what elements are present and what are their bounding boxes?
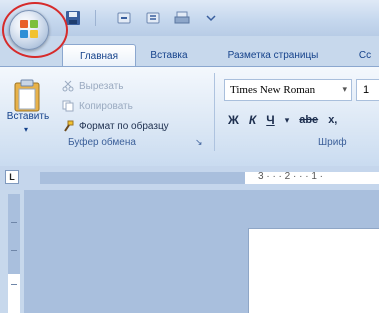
qat-customize-button[interactable] bbox=[200, 8, 222, 28]
vertical-ruler-tick bbox=[11, 284, 17, 285]
underline-button[interactable]: Ч bbox=[266, 113, 274, 127]
redo-button[interactable] bbox=[142, 8, 164, 28]
clipboard-group-label: Буфер обмена bbox=[68, 137, 136, 148]
scissors-icon bbox=[62, 80, 74, 92]
word-window: Главная Вставка Разметка страницы Сс Вст… bbox=[0, 0, 379, 313]
group-separator bbox=[214, 73, 215, 151]
format-painter-button[interactable]: Формат по образцу bbox=[62, 117, 169, 135]
undo-button[interactable] bbox=[113, 8, 135, 28]
bold-button[interactable]: Ж bbox=[228, 113, 239, 127]
font-format-row: Ж К Ч ▾ abe x, bbox=[228, 113, 337, 127]
tab-references[interactable]: Сс bbox=[350, 44, 379, 66]
cut-label: Вырезать bbox=[79, 80, 124, 92]
font-size-select[interactable]: 1 bbox=[356, 79, 379, 101]
italic-button[interactable]: К bbox=[249, 113, 256, 127]
format-painter-icon bbox=[64, 120, 74, 132]
document-page[interactable] bbox=[248, 228, 379, 313]
clipboard-dialog-launcher-icon[interactable]: ↘ bbox=[195, 137, 203, 148]
floppy-disk-icon bbox=[66, 11, 80, 25]
vertical-ruler-text-area bbox=[8, 274, 20, 313]
clipboard-icon bbox=[14, 79, 40, 112]
tab-insert[interactable]: Вставка bbox=[140, 44, 198, 66]
underline-dropdown-icon[interactable]: ▾ bbox=[285, 115, 290, 126]
vertical-ruler-tick bbox=[11, 250, 17, 251]
print-button[interactable] bbox=[171, 8, 193, 28]
cut-button[interactable]: Вырезать bbox=[62, 77, 123, 95]
copy-label: Копировать bbox=[79, 100, 133, 112]
vertical-ruler-margin bbox=[8, 194, 20, 274]
subscript-button[interactable]: x, bbox=[328, 114, 337, 126]
chevron-down-icon bbox=[206, 15, 216, 22]
paste-dropdown-icon[interactable]: ▾ bbox=[24, 125, 28, 134]
format-painter-label: Формат по образцу bbox=[79, 120, 169, 132]
undo-icon bbox=[117, 12, 131, 24]
font-name-select[interactable]: Times New Roman ▾ bbox=[224, 79, 352, 101]
redo-icon bbox=[146, 12, 160, 24]
ribbon: Вставить ▾ Вырезать Копировать Формат по… bbox=[0, 66, 379, 168]
tab-home[interactable]: Главная bbox=[62, 44, 136, 67]
chevron-down-icon: ▾ bbox=[342, 84, 347, 94]
copy-icon bbox=[62, 100, 74, 112]
tab-selector-button[interactable]: L bbox=[5, 170, 19, 184]
ruler-numbers: 3 · · · 2 · · · 1 · bbox=[258, 171, 323, 182]
paste-label: Вставить bbox=[6, 111, 50, 122]
font-size-value: 1 bbox=[363, 84, 370, 96]
tab-page-layout[interactable]: Разметка страницы bbox=[208, 44, 338, 66]
print-icon bbox=[174, 11, 190, 24]
vertical-ruler-tick bbox=[11, 222, 17, 223]
ribbon-tabs: Главная Вставка Разметка страницы Сс bbox=[0, 36, 379, 67]
strikethrough-button[interactable]: abe bbox=[299, 114, 318, 126]
ruler-margin-area bbox=[40, 172, 245, 184]
qat-separator bbox=[95, 10, 96, 26]
copy-button[interactable]: Копировать bbox=[62, 97, 133, 115]
font-group-label: Шриф bbox=[318, 137, 347, 148]
quick-access-toolbar bbox=[62, 6, 222, 30]
font-name-value: Times New Roman bbox=[230, 84, 316, 96]
